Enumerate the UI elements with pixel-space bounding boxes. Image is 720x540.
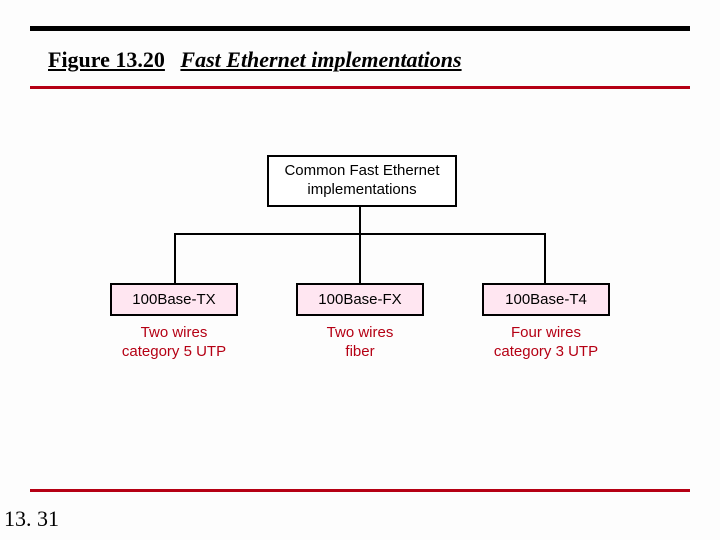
leaf-desc: Two wires category 5 UTP <box>110 324 238 362</box>
root-line1: Common Fast Ethernet <box>269 162 455 181</box>
connector <box>174 233 176 283</box>
leaf-desc-line2: category 3 UTP <box>494 343 598 360</box>
leaf-node-tx: 100Base-TX Two wires category 5 UTP <box>110 283 238 362</box>
leaf-node-fx: 100Base-FX Two wires fiber <box>296 283 424 362</box>
figure-caption: Fast Ethernet implementations <box>180 47 461 72</box>
hierarchy-diagram: Common Fast Ethernet implementations 100… <box>0 155 720 415</box>
connector <box>544 233 546 283</box>
slide: Figure 13.20 Fast Ethernet implementatio… <box>0 0 720 540</box>
leaf-node-t4: 100Base-T4 Four wires category 3 UTP <box>482 283 610 362</box>
leaf-label: 100Base-TX <box>110 283 238 316</box>
title-underline <box>30 86 690 89</box>
top-rule <box>30 26 690 31</box>
leaf-desc-line1: Two wires <box>327 324 394 341</box>
leaf-desc: Four wires category 3 UTP <box>482 324 610 362</box>
root-node: Common Fast Ethernet implementations <box>267 155 457 207</box>
figure-label: Figure 13.20 <box>48 47 165 72</box>
figure-title: Figure 13.20 Fast Ethernet implementatio… <box>48 48 462 72</box>
connector <box>359 233 361 283</box>
leaf-label: 100Base-FX <box>296 283 424 316</box>
leaf-desc-line2: fiber <box>345 343 374 360</box>
leaf-desc-line1: Two wires <box>141 324 208 341</box>
leaf-label: 100Base-T4 <box>482 283 610 316</box>
leaf-desc: Two wires fiber <box>296 324 424 362</box>
connector <box>359 205 361 233</box>
leaf-desc-line2: category 5 UTP <box>122 343 226 360</box>
bottom-rule <box>30 489 690 492</box>
root-line2: implementations <box>269 181 455 200</box>
leaf-desc-line1: Four wires <box>511 324 581 341</box>
page-number: 13. 31 <box>4 506 59 532</box>
